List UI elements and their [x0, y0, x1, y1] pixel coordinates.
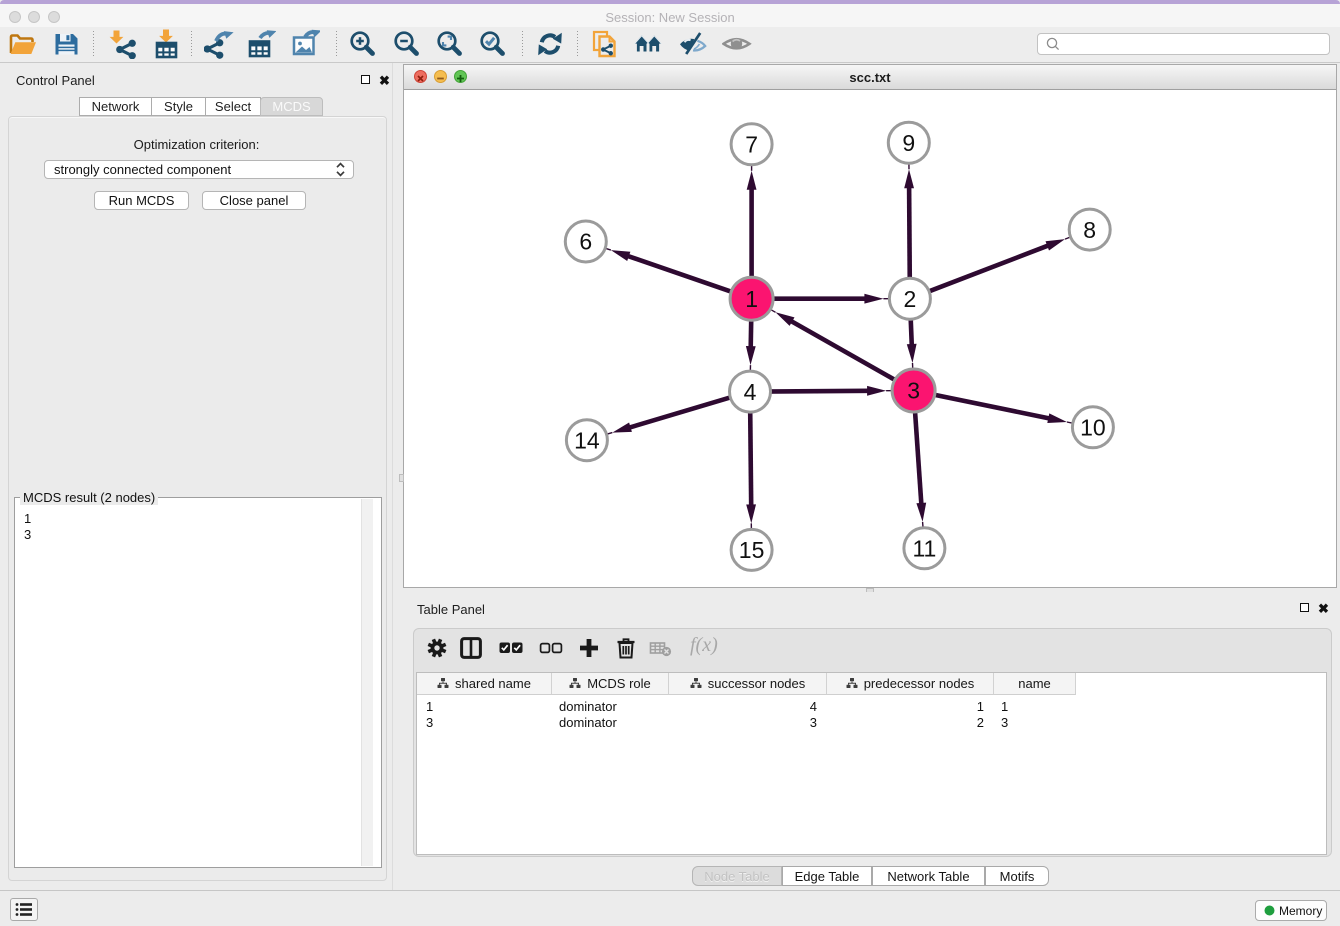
- svg-text:2: 2: [904, 286, 917, 312]
- svg-text:11: 11: [912, 536, 936, 562]
- svg-text:4: 4: [744, 379, 757, 405]
- svg-text:6: 6: [579, 229, 592, 255]
- svg-text:9: 9: [902, 130, 915, 156]
- svg-text:15: 15: [739, 537, 765, 563]
- svg-text:8: 8: [1083, 217, 1096, 243]
- svg-text:3: 3: [907, 378, 920, 404]
- svg-text:1: 1: [745, 286, 758, 312]
- svg-text:7: 7: [745, 132, 758, 158]
- svg-text:10: 10: [1080, 415, 1106, 441]
- svg-text:14: 14: [574, 427, 600, 453]
